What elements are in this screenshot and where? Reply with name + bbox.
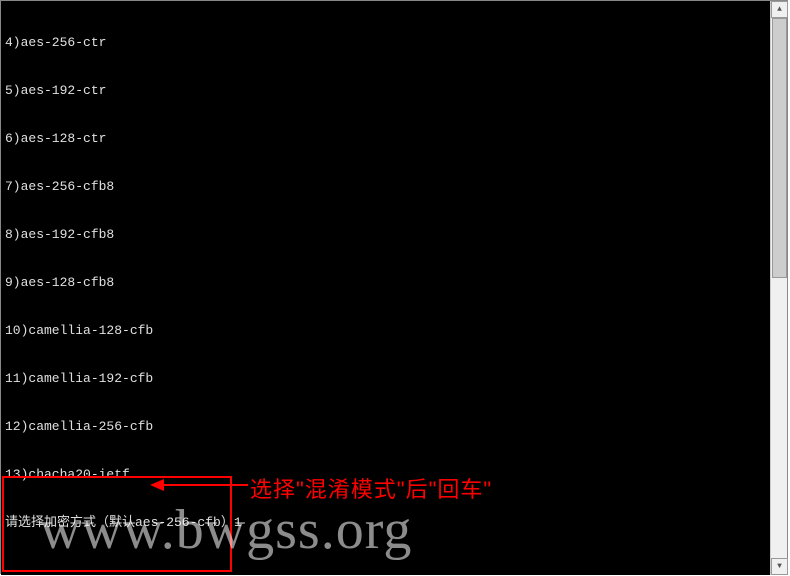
cipher-option: 9)aes-128-cfb8 [5,275,767,291]
terminal-window: 4)aes-256-ctr 5)aes-192-ctr 6)aes-128-ct… [0,0,788,574]
vertical-scrollbar[interactable]: ▲ ▼ [770,1,787,575]
cipher-option: 10)camellia-128-cfb [5,323,767,339]
scroll-up-button[interactable]: ▲ [771,1,788,18]
cipher-option: 4)aes-256-ctr [5,35,767,51]
cipher-option: 8)aes-192-cfb8 [5,227,767,243]
cipher-option: 13)chacha20-ietf [5,467,767,483]
terminal-output[interactable]: 4)aes-256-ctr 5)aes-192-ctr 6)aes-128-ct… [1,1,771,575]
cipher-option: 7)aes-256-cfb8 [5,179,767,195]
cipher-option: 11)camellia-192-cfb [5,371,767,387]
cipher-option: 5)aes-192-ctr [5,83,767,99]
scroll-thumb[interactable] [772,18,787,278]
cipher-option: 12)camellia-256-cfb [5,419,767,435]
cipher-option: 6)aes-128-ctr [5,131,767,147]
scroll-down-button[interactable]: ▼ [771,558,788,575]
cipher-prompt: 请选择加密方式（默认aes-256-cfb）1 [5,515,767,531]
